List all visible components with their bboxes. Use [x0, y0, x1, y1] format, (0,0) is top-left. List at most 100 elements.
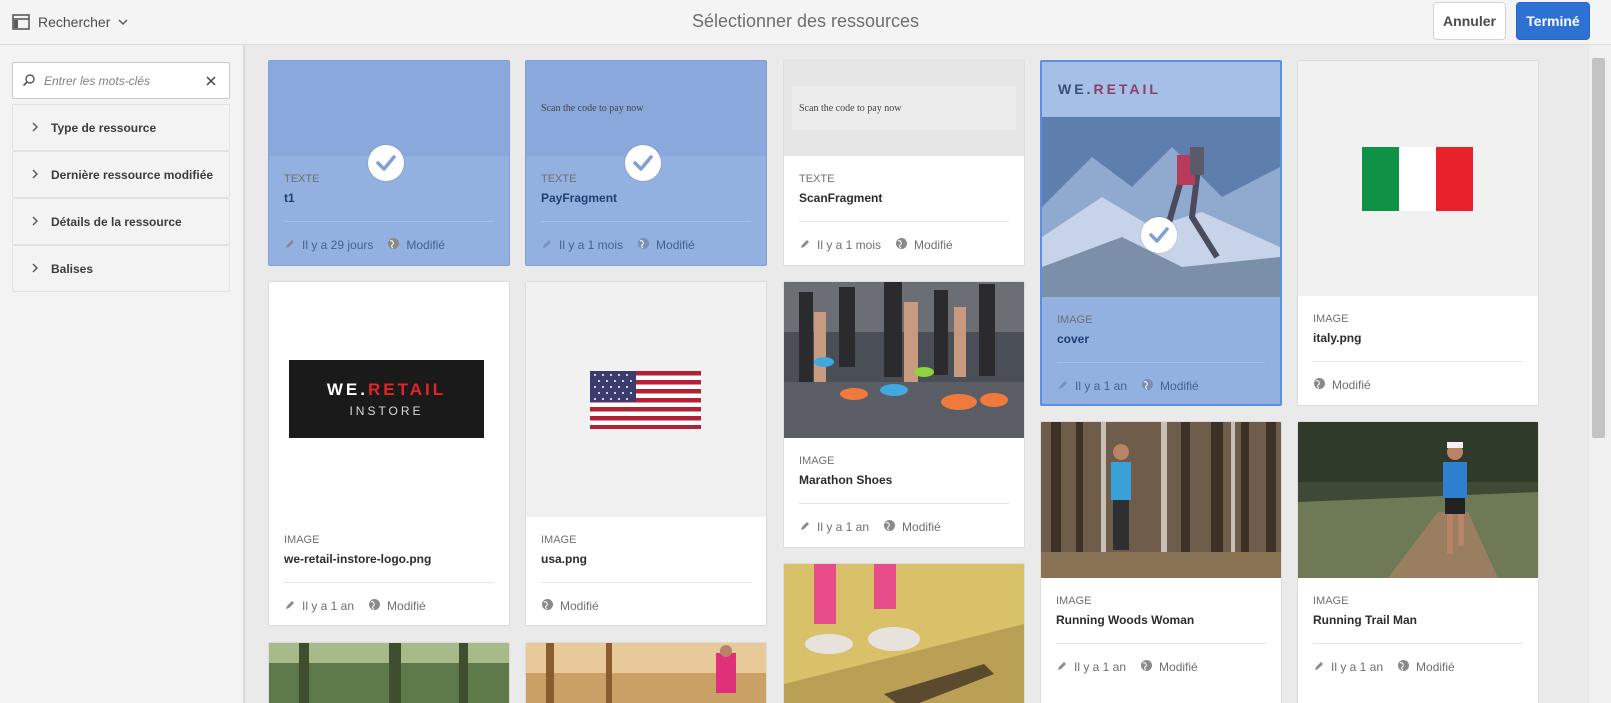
- asset-footer: Il y a 1 mois Modifié: [541, 237, 709, 253]
- asset-card-payfragment[interactable]: Scan the code to pay now TEXTE PayFragme…: [525, 60, 767, 266]
- cancel-button[interactable]: Annuler: [1433, 2, 1506, 40]
- filter-label: Détails de la ressource: [51, 214, 182, 229]
- search-icon: [22, 73, 36, 92]
- asset-age: Il y a 1 an: [817, 520, 870, 534]
- asset-thumbnail: [269, 61, 509, 156]
- asset-status: Modifié: [406, 238, 446, 252]
- asset-age: Il y a 29 jours: [302, 238, 374, 252]
- check-icon[interactable]: [368, 145, 404, 181]
- chevron-right-icon: [31, 215, 51, 229]
- asset-name: italy.png: [1313, 331, 1362, 345]
- asset-card-italy[interactable]: IMAGE italy.png Modifié: [1297, 60, 1539, 406]
- filter-sidebar: Entrer les mots-clés Type de ressource D…: [0, 45, 245, 703]
- clear-icon[interactable]: [205, 74, 217, 92]
- asset-card-running-trail-man[interactable]: IMAGE Running Trail Man Il y a 1 an Modi…: [1297, 421, 1539, 703]
- asset-thumbnail: [526, 282, 766, 517]
- asset-name: cover: [1057, 332, 1090, 346]
- logo-text: RETAIL: [1093, 81, 1161, 97]
- asset-age: Il y a 1 an: [1074, 660, 1127, 674]
- logo-text: RETAIL: [367, 380, 447, 399]
- globe-icon: [387, 237, 400, 253]
- asset-type: TEXTE: [541, 173, 577, 185]
- asset-type: IMAGE: [541, 534, 577, 546]
- asset-footer: Il y a 1 an Modifié: [1056, 659, 1212, 675]
- asset-thumbnail: [1041, 422, 1281, 578]
- divider: [1313, 361, 1523, 362]
- asset-status: Modifié: [656, 238, 695, 252]
- asset-card-partial[interactable]: [525, 642, 767, 703]
- asset-card-partial[interactable]: [268, 642, 510, 703]
- filter-asset-details[interactable]: Détails de la ressource: [12, 198, 230, 245]
- asset-thumbnail: [269, 643, 509, 703]
- asset-type: IMAGE: [284, 534, 320, 546]
- asset-thumbnail: [784, 282, 1024, 438]
- asset-type: IMAGE: [799, 455, 835, 467]
- divider: [799, 503, 1009, 504]
- asset-age: Il y a 1 an: [1331, 660, 1384, 674]
- usa-flag-image: [590, 371, 701, 429]
- pencil-icon: [284, 238, 296, 253]
- divider: [1057, 362, 1265, 363]
- globe-icon: [1397, 659, 1410, 675]
- done-button[interactable]: Terminé: [1516, 2, 1590, 40]
- asset-age: Il y a 1 an: [302, 599, 355, 613]
- logo-text: WE.: [326, 380, 368, 399]
- asset-footer: Il y a 1 an Modifié: [1313, 659, 1469, 675]
- check-icon[interactable]: [1141, 217, 1177, 253]
- chevron-right-icon: [31, 262, 51, 276]
- top-bar: Rechercher Sélectionner des ressources A…: [0, 0, 1611, 45]
- asset-name: we-retail-instore-logo.png: [284, 552, 432, 566]
- asset-footer: Modifié: [541, 598, 613, 614]
- chevron-right-icon: [31, 168, 51, 182]
- asset-card-we-retail-logo[interactable]: WE.RETAIL INSTORE IMAGE we-retail-instor…: [268, 281, 510, 626]
- asset-type: TEXTE: [284, 173, 320, 185]
- asset-status: Modifié: [560, 599, 599, 613]
- asset-age: Il y a 1 mois: [817, 238, 882, 252]
- asset-status: Modifié: [387, 599, 426, 613]
- asset-card-running-woods-woman[interactable]: IMAGE Running Woods Woman Il y a 1 an Mo…: [1040, 421, 1282, 703]
- asset-thumbnail: WE.RETAIL: [1042, 62, 1280, 117]
- asset-status: Modifié: [1160, 379, 1199, 393]
- globe-icon: [1313, 377, 1326, 393]
- asset-status: Modifié: [914, 238, 953, 252]
- asset-name: t1: [284, 191, 295, 205]
- scrollbar-thumb[interactable]: [1592, 58, 1605, 438]
- asset-card-usa[interactable]: IMAGE usa.png Modifié: [525, 281, 767, 626]
- globe-icon: [895, 237, 908, 253]
- search-field[interactable]: Entrer les mots-clés: [12, 62, 230, 99]
- asset-status: Modifié: [1332, 378, 1371, 392]
- pencil-icon: [284, 599, 296, 614]
- asset-type: IMAGE: [1057, 314, 1093, 326]
- asset-card-marathon-shoes[interactable]: IMAGE Marathon Shoes Il y a 1 an Modifié: [783, 281, 1025, 548]
- globe-icon: [1140, 659, 1153, 675]
- asset-type: IMAGE: [1313, 595, 1349, 607]
- asset-thumbnail: WE.RETAIL INSTORE: [269, 282, 509, 517]
- asset-card-cover[interactable]: WE.RETAIL IMAGE cover Il y a 1 an Modifi…: [1040, 60, 1282, 406]
- filter-tags[interactable]: Balises: [12, 245, 230, 292]
- pencil-icon: [541, 238, 553, 253]
- pencil-icon: [1313, 660, 1325, 675]
- search-placeholder: Entrer les mots-clés: [44, 74, 151, 88]
- globe-icon: [883, 519, 896, 535]
- asset-thumbnail: [1298, 61, 1538, 296]
- asset-name: Marathon Shoes: [799, 473, 893, 487]
- globe-icon: [541, 598, 554, 614]
- asset-type: IMAGE: [1056, 595, 1092, 607]
- italy-flag-image: [1362, 147, 1473, 211]
- asset-thumbnail: [784, 564, 1024, 703]
- asset-card-scanfragment[interactable]: Scan the code to pay now TEXTE ScanFragm…: [783, 60, 1025, 266]
- asset-card-partial[interactable]: [783, 563, 1025, 703]
- divider: [1313, 643, 1523, 644]
- check-icon[interactable]: [625, 145, 661, 181]
- globe-icon: [368, 598, 381, 614]
- asset-type: IMAGE: [1313, 313, 1349, 325]
- asset-footer: Modifié: [1313, 377, 1385, 393]
- filter-last-modified[interactable]: Dernière ressource modifiée: [12, 151, 230, 198]
- asset-footer: Il y a 1 an Modifié: [1057, 378, 1213, 394]
- asset-name: usa.png: [541, 552, 588, 566]
- filter-asset-type[interactable]: Type de ressource: [12, 104, 230, 151]
- filter-label: Balises: [51, 261, 94, 276]
- divider: [541, 221, 751, 222]
- divider: [799, 221, 1009, 222]
- asset-card-t1[interactable]: TEXTE t1 Il y a 29 jours Modifié: [268, 60, 510, 266]
